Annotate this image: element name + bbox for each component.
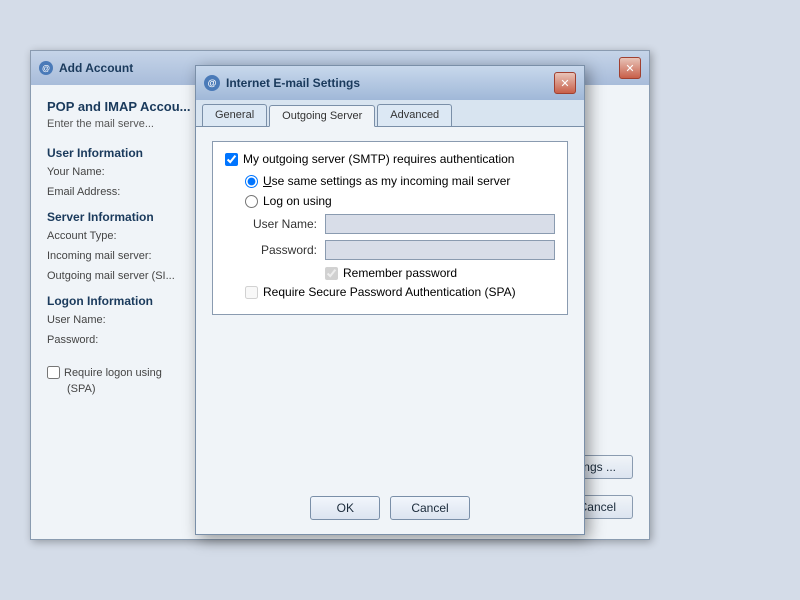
- password-label: Password:: [245, 243, 325, 257]
- modal-icon: @: [204, 75, 220, 91]
- require-spa-label: Require Secure Password Authentication (…: [263, 285, 516, 299]
- modal-tabs: General Outgoing Server Advanced: [196, 100, 584, 127]
- remember-password-label: Remember password: [343, 266, 457, 280]
- cancel-button[interactable]: Cancel: [390, 496, 469, 520]
- log-on-radio[interactable]: [245, 195, 258, 208]
- remember-password-row: Remember password: [225, 266, 555, 280]
- remember-password-checkbox[interactable]: [325, 267, 338, 280]
- user-name-label: User Name:: [245, 217, 325, 231]
- same-settings-row: Use same settings as my incoming mail se…: [225, 174, 555, 188]
- bg-close-button[interactable]: ✕: [619, 57, 641, 79]
- modal-title-area: @ Internet E-mail Settings: [204, 75, 360, 91]
- modal-close-button[interactable]: ✕: [554, 72, 576, 94]
- password-field-row: Password:: [225, 240, 555, 260]
- modal-title-text: Internet E-mail Settings: [226, 76, 360, 90]
- ok-button[interactable]: OK: [310, 496, 380, 520]
- require-spa-checkbox[interactable]: [245, 286, 258, 299]
- same-settings-label: Use same settings as my incoming mail se…: [263, 174, 510, 188]
- outgoing-server-section: My outgoing server (SMTP) requires authe…: [212, 141, 568, 315]
- password-input[interactable]: [325, 240, 555, 260]
- tab-outgoing-server[interactable]: Outgoing Server: [269, 105, 375, 127]
- modal-footer: OK Cancel: [196, 496, 584, 520]
- tab-advanced[interactable]: Advanced: [377, 104, 452, 126]
- smtp-auth-label: My outgoing server (SMTP) requires authe…: [243, 152, 514, 166]
- modal-body: My outgoing server (SMTP) requires authe…: [196, 127, 584, 341]
- smtp-auth-checkbox[interactable]: [225, 153, 238, 166]
- tab-general[interactable]: General: [202, 104, 267, 126]
- modal-titlebar: @ Internet E-mail Settings ✕: [196, 66, 584, 100]
- user-name-input[interactable]: [325, 214, 555, 234]
- internet-email-settings-dialog: @ Internet E-mail Settings ✕ General Out…: [195, 65, 585, 535]
- smtp-auth-row: My outgoing server (SMTP) requires authe…: [225, 152, 555, 166]
- same-settings-radio[interactable]: [245, 175, 258, 188]
- add-account-title: @ Add Account: [39, 61, 133, 75]
- log-on-row: Log on using: [225, 194, 555, 208]
- add-account-icon: @: [39, 61, 53, 75]
- log-on-label: Log on using: [263, 194, 332, 208]
- user-name-field-row: User Name:: [225, 214, 555, 234]
- require-spa-row: Require Secure Password Authentication (…: [225, 285, 555, 299]
- bg-require-logon-label: Require logon using: [64, 367, 162, 379]
- bg-require-logon-checkbox[interactable]: [47, 366, 60, 379]
